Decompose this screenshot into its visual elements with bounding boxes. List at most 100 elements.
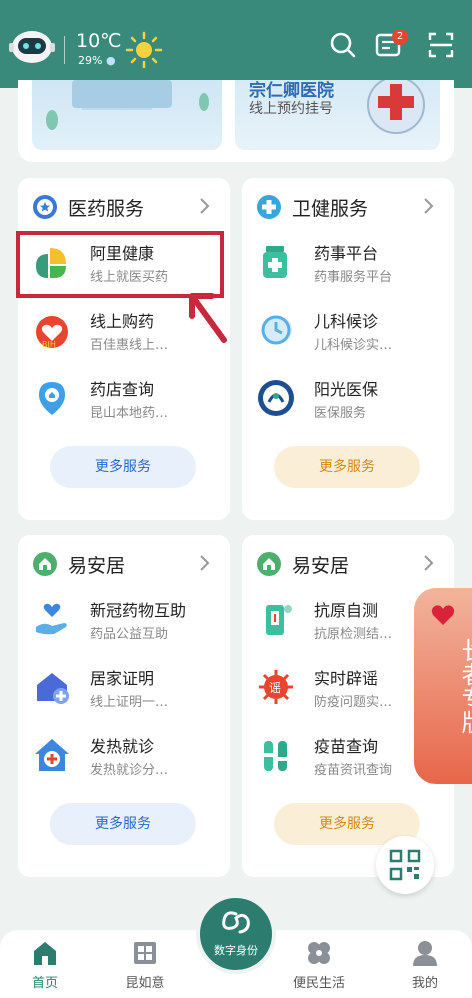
hand-heart-icon xyxy=(36,603,67,635)
service-item-pharmacy-search[interactable]: 药店查询 昆山本地药… xyxy=(32,374,222,426)
more-services-button[interactable]: 更多服务 xyxy=(50,803,196,845)
nav-label: 便民生活 xyxy=(292,976,345,991)
card-title: 易安居 xyxy=(292,554,350,577)
nav-item-convenience[interactable]: 便民生活 xyxy=(284,938,354,991)
chevron-right-icon[interactable] xyxy=(422,196,436,216)
item-subtitle: 药品公益互助 xyxy=(90,627,169,642)
clinic-house-icon xyxy=(35,739,69,771)
user-icon xyxy=(413,941,437,966)
item-title: 实时辟谣 xyxy=(314,669,379,688)
nav-label: 我的 xyxy=(411,976,438,991)
card-header[interactable]: 易安居 xyxy=(32,549,125,579)
item-title: 居家证明 xyxy=(90,669,155,688)
qr-code-button[interactable] xyxy=(376,836,434,894)
test-kit-icon xyxy=(266,605,292,635)
card-title: 易安居 xyxy=(68,554,126,577)
item-subtitle: 抗原检测结… xyxy=(314,627,393,642)
item-subtitle: 疫苗资讯查询 xyxy=(314,763,393,778)
house-plus-icon xyxy=(37,673,69,704)
message-badge: 2 xyxy=(392,29,408,45)
card-pharma-services: 医药服务 阿里健康 线上就医买药 BJH 线上购药 百佳惠线上… 药店查询 昆山… xyxy=(18,178,230,520)
item-title: 药店查询 xyxy=(90,380,155,399)
banner-subtitle: 线上预约挂号 xyxy=(249,101,333,117)
service-item-pharmacy-platform[interactable]: 药事平台 药事服务平台 xyxy=(256,238,446,290)
clock-icon xyxy=(261,315,292,345)
star-shield-icon xyxy=(33,195,57,219)
item-title: 新冠药物互助 xyxy=(90,601,187,620)
more-services-button[interactable]: 更多服务 xyxy=(274,446,420,488)
home-icon xyxy=(34,942,56,965)
humidity-value: 29% xyxy=(78,54,103,67)
nav-item-home[interactable]: 首页 xyxy=(10,938,80,991)
insurance-emblem-icon xyxy=(258,380,294,416)
service-item-pediatric-queue[interactable]: 儿科候诊 儿科候诊实… xyxy=(256,306,446,358)
clover-icon xyxy=(308,942,330,964)
hospital-banner-left[interactable] xyxy=(32,80,222,150)
robot-avatar-icon[interactable] xyxy=(8,26,56,66)
svg-text:BJH: BJH xyxy=(42,340,56,349)
vaccine-vials-icon xyxy=(264,741,287,771)
chevron-right-icon[interactable] xyxy=(198,196,212,216)
arrow-pointer-icon xyxy=(189,293,227,343)
service-item-home-certificate[interactable]: 居家证明 线上证明一… xyxy=(32,663,222,715)
sun-icon xyxy=(125,31,163,69)
more-services-button[interactable]: 更多服务 xyxy=(50,446,196,488)
elder-mode-label: 长者专版 xyxy=(457,638,472,734)
item-title: 阳光医保 xyxy=(314,380,379,399)
item-title: 发热就诊 xyxy=(90,737,155,756)
virus-icon: 谣 xyxy=(259,670,293,704)
center-button-label: 数字身份 xyxy=(214,944,258,957)
nav-label: 昆如意 xyxy=(125,976,165,991)
search-icon[interactable] xyxy=(326,28,360,62)
elder-mode-tab[interactable]: 长者专版 xyxy=(414,588,472,784)
card-health-services: 卫健服务 药事平台 药事服务平台 儿科候诊 儿科候诊实… 阳光医保 医保服务 更… xyxy=(242,178,454,520)
svg-text:谣: 谣 xyxy=(269,681,281,695)
building-grid-icon xyxy=(134,942,156,964)
card-header[interactable]: 医药服务 xyxy=(32,192,144,222)
highlight-box xyxy=(16,231,224,298)
card-header[interactable]: 卫健服务 xyxy=(256,192,368,222)
header-divider xyxy=(64,36,65,64)
chevron-right-icon[interactable] xyxy=(198,553,212,573)
service-item-sunshine-insurance[interactable]: 阳光医保 医保服务 xyxy=(256,374,446,426)
item-title: 儿科候诊 xyxy=(314,312,379,331)
heart-icon xyxy=(431,605,455,625)
medicine-bottle-icon xyxy=(263,246,287,278)
item-subtitle: 医保服务 xyxy=(314,406,367,421)
chevron-right-icon[interactable] xyxy=(422,553,436,573)
temperature-text: 10℃ xyxy=(76,30,122,52)
humidity-text: 29% ● xyxy=(78,54,116,67)
red-cross-emblem-icon xyxy=(367,80,425,134)
building-illustration xyxy=(46,80,209,130)
heart-pharmacy-icon: BJH xyxy=(36,316,68,349)
qr-code-icon xyxy=(389,849,421,881)
card-title: 卫健服务 xyxy=(292,197,369,220)
scan-icon[interactable] xyxy=(424,28,458,62)
hospital-banner-right[interactable]: 宗仁卿医院 线上预约挂号 xyxy=(235,80,440,150)
item-title: 线上购药 xyxy=(90,312,155,331)
item-subtitle: 防疫问题实… xyxy=(314,695,393,710)
service-item-drug-mutual-aid[interactable]: 新冠药物互助 药品公益互助 xyxy=(32,595,222,647)
item-subtitle: 线上证明一… xyxy=(90,695,169,710)
card-title: 医药服务 xyxy=(68,197,145,220)
digital-id-logo-icon xyxy=(222,911,250,934)
item-title: 抗原自测 xyxy=(314,601,379,620)
top-header: 10℃ 29% ● 2 xyxy=(0,0,472,88)
droplet-icon: ● xyxy=(105,54,116,67)
item-subtitle: 药事服务平台 xyxy=(314,270,393,285)
item-subtitle: 百佳惠线上… xyxy=(90,338,169,353)
digital-identity-button[interactable]: 数字身份 xyxy=(196,894,276,974)
item-title: 药事平台 xyxy=(314,244,379,263)
item-subtitle: 儿科候诊实… xyxy=(314,338,393,353)
card-yianju-left: 易安居 新冠药物互助 药品公益互助 居家证明 线上证明一… 发热就诊 发热就诊分… xyxy=(18,535,230,877)
item-title: 疫苗查询 xyxy=(314,737,379,756)
service-item-fever-clinic[interactable]: 发热就诊 发热就诊分… xyxy=(32,731,222,783)
nav-item-kunruyi[interactable]: 昆如意 xyxy=(110,938,180,991)
location-pin-icon xyxy=(39,382,65,415)
nav-item-mine[interactable]: 我的 xyxy=(390,938,460,991)
card-header[interactable]: 易安居 xyxy=(256,549,349,579)
nav-label: 首页 xyxy=(31,976,58,991)
home-icon xyxy=(33,552,57,576)
home-icon xyxy=(257,552,281,576)
item-subtitle: 发热就诊分… xyxy=(90,763,169,778)
